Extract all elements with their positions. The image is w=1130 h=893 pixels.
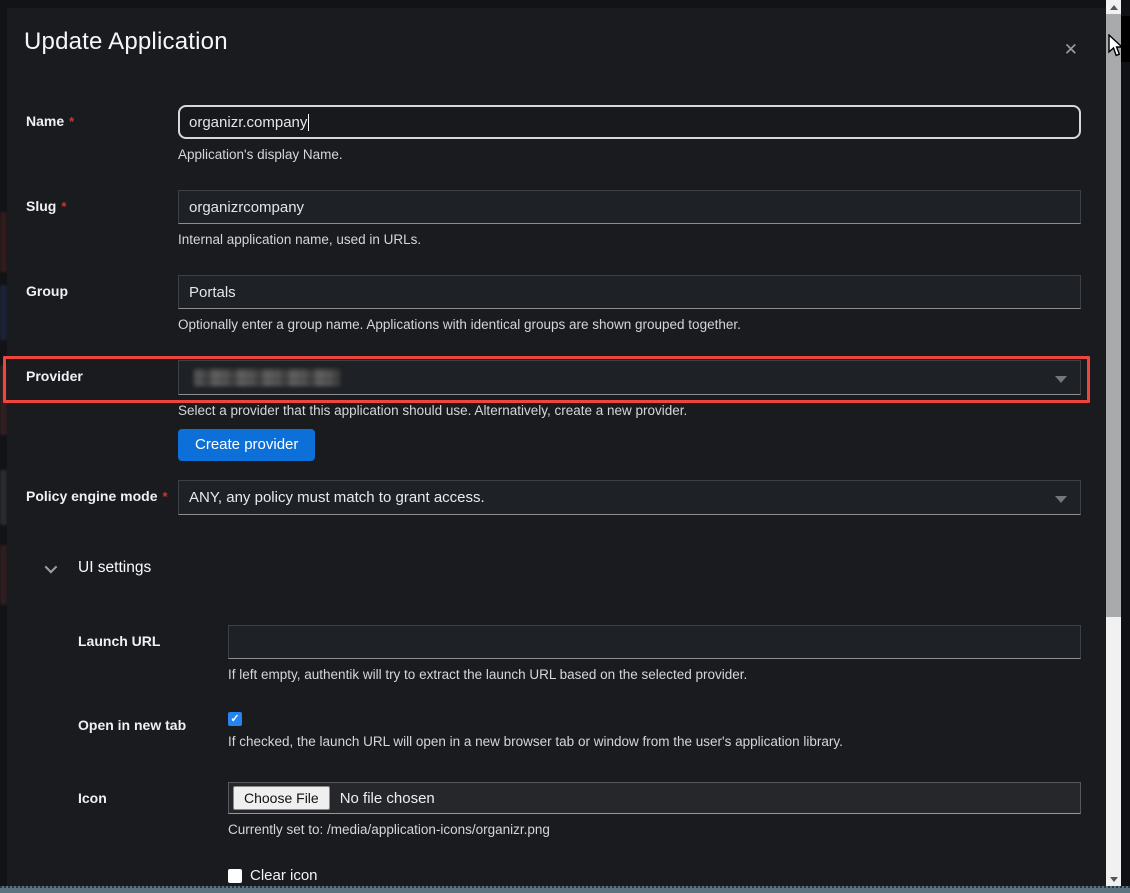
checkmark-icon: ✓ xyxy=(230,714,239,725)
window-right-edge xyxy=(1121,0,1130,886)
application-form: Name * organizr.company Application's dis… xyxy=(26,105,1081,884)
caret-down-icon xyxy=(1055,376,1067,383)
background-artifact xyxy=(0,212,7,272)
policy-label-col: Policy engine mode * xyxy=(26,480,178,515)
open-in-new-tab-checkbox[interactable]: ✓ xyxy=(228,712,242,726)
file-chosen-status: No file chosen xyxy=(340,790,435,807)
provider-select[interactable] xyxy=(178,360,1081,395)
create-provider-button[interactable]: Create provider xyxy=(178,429,315,461)
background-artifact xyxy=(0,365,7,435)
name-input[interactable]: organizr.company xyxy=(178,105,1081,139)
choose-file-button[interactable]: Choose File xyxy=(233,786,330,810)
background-artifact xyxy=(0,545,7,605)
policy-engine-mode-value: ANY, any policy must match to grant acce… xyxy=(189,489,485,506)
close-icon[interactable]: ✕ xyxy=(1064,40,1078,60)
scrollbar-down-button[interactable] xyxy=(1106,872,1121,886)
policy-engine-mode-select[interactable]: ANY, any policy must match to grant acce… xyxy=(178,480,1081,515)
arrow-up-icon xyxy=(1110,5,1118,10)
name-input-value: organizr.company xyxy=(189,114,307,131)
provider-row: Provider Select a provider that this app… xyxy=(26,360,1081,461)
launch-url-label: Launch URL xyxy=(78,633,160,649)
launch-url-help: If left empty, authentik will try to ext… xyxy=(228,665,1081,685)
icon-label: Icon xyxy=(78,790,107,806)
group-input[interactable]: Portals xyxy=(178,275,1081,309)
provider-redacted-value xyxy=(194,369,340,386)
update-application-modal: Update Application ✕ Name * organizr.comp… xyxy=(7,8,1106,893)
slug-help: Internal application name, used in URLs. xyxy=(178,230,1081,250)
provider-label: Provider xyxy=(26,368,83,384)
modal-title: Update Application xyxy=(24,28,1106,56)
slug-row: Slug * organizrcompany Internal applicati… xyxy=(26,190,1081,250)
slug-input-value: organizrcompany xyxy=(189,199,304,216)
icon-file-input[interactable]: Choose File No file chosen xyxy=(228,782,1081,814)
background-page-edge xyxy=(0,0,7,886)
ui-settings-toggle[interactable]: UI settings xyxy=(26,557,1081,579)
ui-settings-header: UI settings xyxy=(78,559,151,577)
chevron-down-icon xyxy=(45,560,58,573)
slug-input[interactable]: organizrcompany xyxy=(178,190,1081,224)
group-help: Optionally enter a group name. Applicati… xyxy=(178,315,1081,335)
launch-url-label-col: Launch URL xyxy=(78,625,228,685)
open-in-new-tab-label-col: Open in new tab xyxy=(78,712,228,752)
launch-url-row: Launch URL If left empty, authentik will… xyxy=(26,625,1081,685)
background-artifact xyxy=(0,285,7,340)
open-in-new-tab-row: Open in new tab ✓ If checked, the launch… xyxy=(26,712,1081,752)
icon-current-help: Currently set to: /media/application-ico… xyxy=(228,820,1081,840)
page: Update Application ✕ Name * organizr.comp… xyxy=(0,0,1130,893)
slug-label-col: Slug * xyxy=(26,190,178,250)
arrow-down-icon xyxy=(1110,877,1118,882)
text-caret xyxy=(308,114,309,131)
name-label: Name xyxy=(26,113,64,129)
clear-icon-checkbox[interactable] xyxy=(228,869,242,883)
window-edge-notch xyxy=(1121,16,1130,62)
icon-row: Icon Choose File No file chosen Currentl… xyxy=(26,782,1081,840)
open-in-new-tab-label: Open in new tab xyxy=(78,717,186,733)
required-asterisk: * xyxy=(61,199,66,214)
group-row: Group Portals Optionally enter a group n… xyxy=(26,275,1081,335)
group-label-col: Group xyxy=(26,275,178,335)
provider-help: Select a provider that this application … xyxy=(178,401,1081,421)
name-label-col: Name * xyxy=(26,105,178,165)
provider-label-col: Provider xyxy=(26,360,178,461)
background-page-edge-top xyxy=(0,0,1106,8)
policy-engine-mode-label: Policy engine mode xyxy=(26,488,157,504)
required-asterisk: * xyxy=(162,489,167,504)
icon-label-col: Icon xyxy=(78,782,228,840)
scrollbar-up-button[interactable] xyxy=(1106,0,1121,14)
launch-url-input[interactable] xyxy=(228,625,1081,659)
scrollbar-thumb[interactable] xyxy=(1106,14,1121,617)
group-label: Group xyxy=(26,283,68,299)
screenshot-bottom-edge xyxy=(0,886,1130,893)
clear-icon-label: Clear icon xyxy=(250,867,318,884)
name-row: Name * organizr.company Application's dis… xyxy=(26,105,1081,165)
policy-engine-mode-row: Policy engine mode * ANY, any policy must… xyxy=(26,480,1081,515)
open-in-new-tab-help: If checked, the launch URL will open in … xyxy=(228,732,1081,752)
caret-down-icon xyxy=(1055,496,1067,503)
clear-icon-row: Clear icon xyxy=(26,867,1081,884)
scrollbar[interactable] xyxy=(1106,0,1121,886)
clear-icon-spacer xyxy=(78,867,228,884)
group-input-value: Portals xyxy=(189,284,236,301)
required-asterisk: * xyxy=(69,114,74,129)
slug-label: Slug xyxy=(26,198,56,214)
name-help: Application's display Name. xyxy=(178,145,1081,165)
background-artifact xyxy=(0,470,7,525)
